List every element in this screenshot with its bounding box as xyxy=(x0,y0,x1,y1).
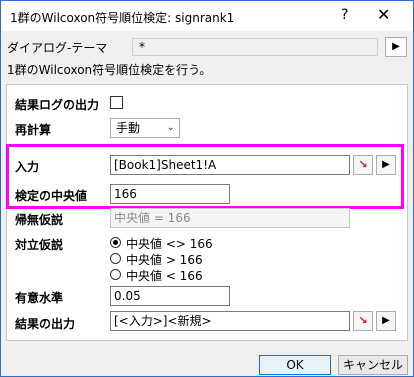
title-bar: 1群のWilcoxon符号順位検定: signrank1 ? ✕ xyxy=(1,1,413,31)
theme-arrow-button[interactable]: ▶ xyxy=(385,37,407,57)
chevron-down-icon: ⌄ xyxy=(166,122,175,133)
null-hypothesis-label: 帰無仮説 xyxy=(15,213,64,227)
significance-label: 有意水準 xyxy=(15,291,64,305)
input-picker-icon[interactable]: ↘ xyxy=(353,155,373,175)
alternative-label: 対立仮説 xyxy=(15,238,64,252)
significance-input[interactable]: 0.05 xyxy=(110,286,230,306)
input-field[interactable]: [Book1]Sheet1!A xyxy=(110,155,350,175)
recalc-value: 手動 xyxy=(116,121,141,135)
close-icon[interactable]: ✕ xyxy=(377,5,390,24)
description-text: 1群のWilcoxon符号順位検定を行う。 xyxy=(7,63,212,77)
output-menu-arrow-icon[interactable]: ▶ xyxy=(376,311,396,331)
alternative-option-ne: 中央値 <> 166 xyxy=(126,237,213,251)
recalc-label: 再計算 xyxy=(15,123,52,137)
window-title: 1群のWilcoxon符号順位検定: signrank1 xyxy=(10,11,235,25)
median-input[interactable]: 166 xyxy=(110,184,230,204)
alternative-radio-ne[interactable] xyxy=(110,237,121,248)
median-label: 検定の中央値 xyxy=(15,189,88,203)
help-icon[interactable]: ? xyxy=(341,7,348,23)
ok-button[interactable]: OK xyxy=(259,355,331,375)
cancel-button[interactable]: キャンセル xyxy=(338,355,408,375)
log-output-checkbox[interactable] xyxy=(110,96,123,109)
theme-field[interactable]: * xyxy=(132,38,378,56)
output-picker-icon[interactable]: ↘ xyxy=(353,311,373,331)
input-menu-arrow-icon[interactable]: ▶ xyxy=(376,155,396,175)
input-label: 入力 xyxy=(15,160,40,174)
alternative-option-lt: 中央値 < 166 xyxy=(126,269,203,283)
dialog-window: 1群のWilcoxon符号順位検定: signrank1 ? ✕ ダイアログ-テ… xyxy=(0,0,414,377)
output-label: 結果の出力 xyxy=(15,317,76,331)
recalc-select[interactable]: 手動 ⌄ xyxy=(110,118,180,138)
alternative-radio-gt[interactable] xyxy=(110,253,121,264)
theme-label: ダイアログ-テーマ xyxy=(7,41,108,55)
alternative-option-gt: 中央値 > 166 xyxy=(126,253,203,267)
log-output-label: 結果ログの出力 xyxy=(15,98,100,112)
alternative-radio-lt[interactable] xyxy=(110,269,121,280)
output-field[interactable]: [<入力>]<新規> xyxy=(110,311,350,331)
null-hypothesis-field: 中央値 = 166 xyxy=(110,208,350,228)
